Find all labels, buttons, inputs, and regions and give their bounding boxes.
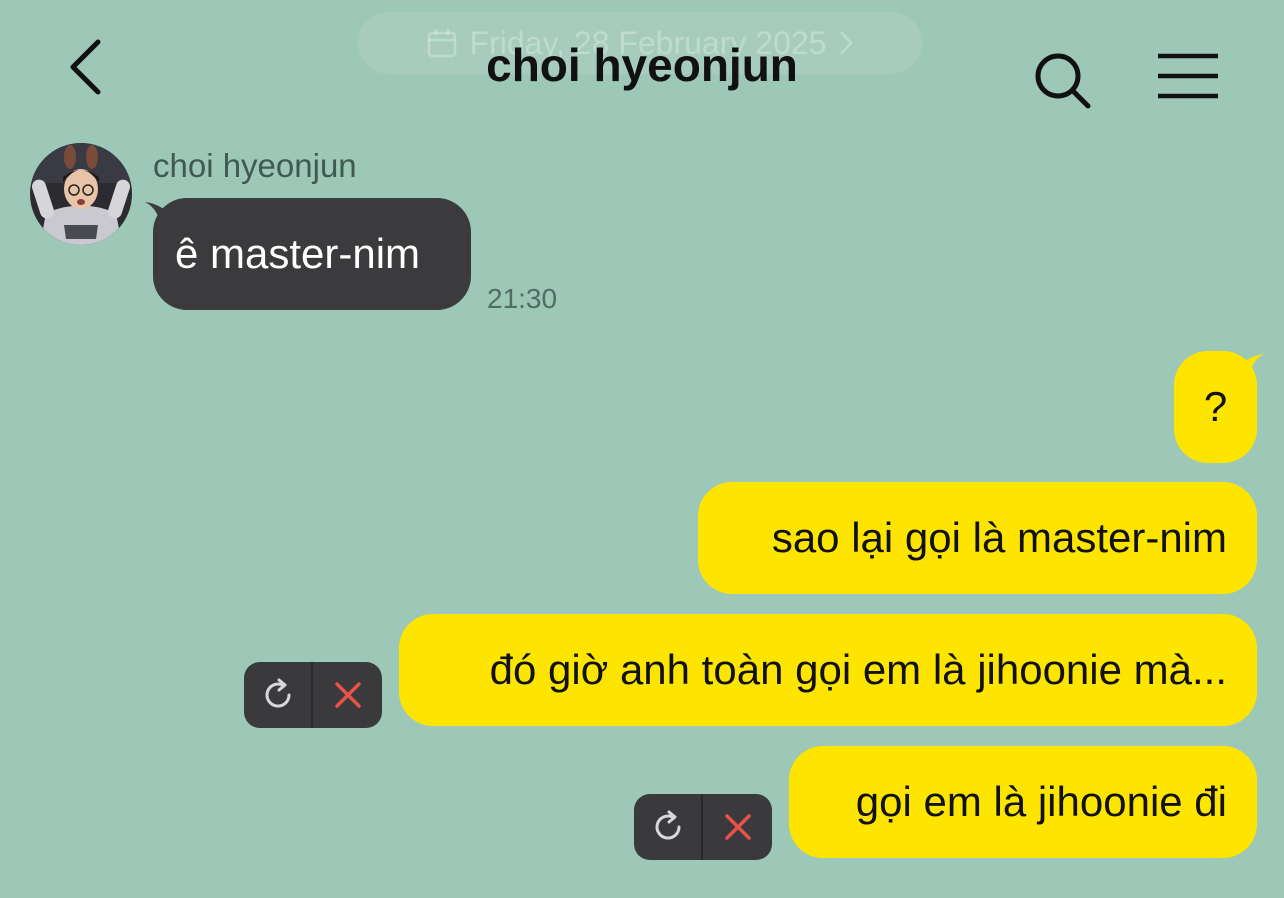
avatar[interactable]: [30, 143, 132, 245]
retry-button[interactable]: [244, 662, 313, 728]
hamburger-menu-icon: [1158, 53, 1218, 99]
sender-name: choi hyeonjun: [153, 147, 357, 184]
sent-message-bubble[interactable]: đó giờ anh toàn gọi em là jihoonie mà...: [399, 614, 1257, 726]
search-icon: [1035, 53, 1091, 109]
message-text: đó giờ anh toàn gọi em là jihoonie mà...: [489, 646, 1227, 693]
calendar-icon: [427, 29, 456, 58]
failed-send-controls: [634, 794, 772, 860]
delete-button[interactable]: [703, 794, 772, 860]
message-text: sao lại gọi là master-nim: [771, 514, 1227, 561]
retry-icon: [265, 678, 291, 708]
sent-message-bubble[interactable]: sao lại gọi là master-nim: [698, 482, 1257, 594]
message-text: ?: [1203, 383, 1228, 430]
back-button[interactable]: [58, 34, 118, 100]
message-text: gọi em là jihoonie đi: [855, 778, 1227, 825]
received-message-bubble[interactable]: ê master-nim: [153, 198, 471, 310]
menu-button[interactable]: [1152, 50, 1224, 106]
failed-send-controls: [244, 662, 382, 728]
date-label: Friday, 28 February 2025: [469, 24, 827, 61]
sent-message-bubble[interactable]: gọi em là jihoonie đi: [789, 746, 1257, 858]
date-divider: Friday, 28 February 2025: [358, 12, 922, 74]
chat-screen: Friday, 28 February 2025 choi hyeonjun c…: [0, 0, 1284, 898]
close-icon: [724, 814, 751, 840]
message-timestamp: 21:30: [487, 283, 558, 314]
search-button[interactable]: [1030, 48, 1096, 114]
retry-icon: [655, 810, 681, 840]
delete-button[interactable]: [313, 662, 382, 728]
retry-button[interactable]: [634, 794, 703, 860]
message-text: ê master-nim: [175, 230, 421, 277]
profile-photo: [30, 143, 132, 245]
sent-message-bubble[interactable]: ?: [1174, 351, 1257, 463]
chevron-right-icon: [840, 31, 854, 55]
chevron-left-icon: [70, 39, 101, 95]
close-icon: [334, 682, 361, 708]
